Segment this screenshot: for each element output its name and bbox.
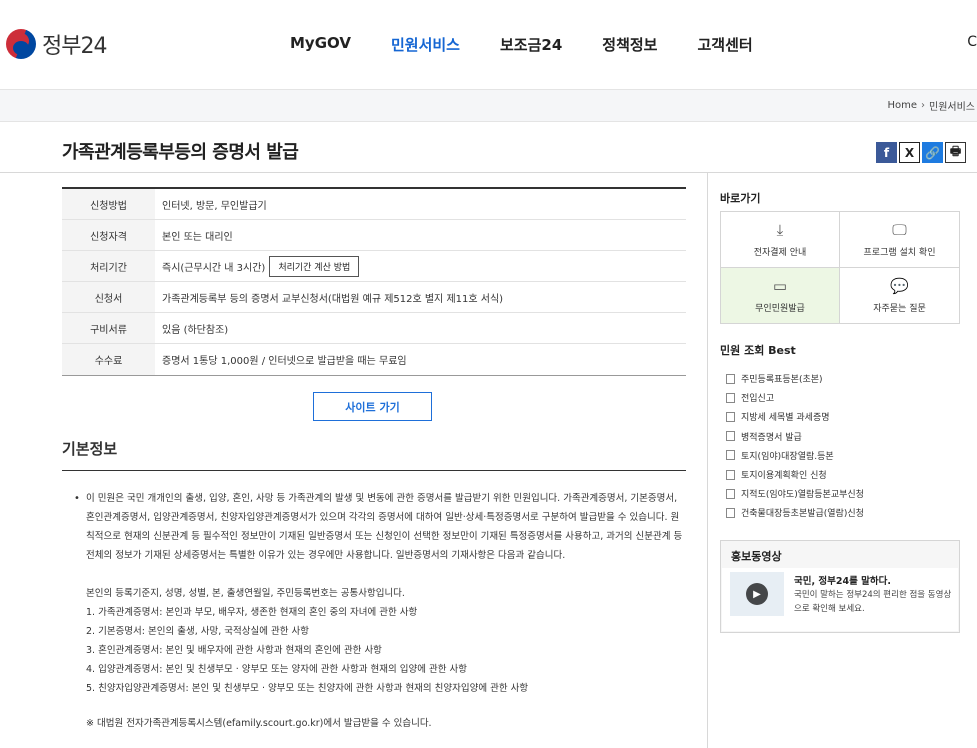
best-list-item[interactable]: 전입신고 (726, 388, 956, 407)
quick-link-payment-guide[interactable]: ⤓ 전자결제 안내 (721, 212, 840, 268)
x-share-icon[interactable]: X (899, 142, 920, 163)
table-row: 신청자격 본인 또는 대리인 (62, 220, 686, 251)
basic-info-paragraph: 이 민원은 국민 개개인의 출생, 입양, 혼인, 사망 등 가족관계의 발생 … (86, 493, 683, 561)
row-label: 신청자격 (62, 220, 155, 250)
best-list-title: 민원 조회 Best (720, 344, 796, 357)
list-item: 2. 기본증명서: 본인의 출생, 사망, 국적상실에 관한 사항 (86, 626, 309, 637)
copy-link-icon[interactable]: 🔗 (922, 142, 943, 163)
row-value: 가족관계등록부 등의 증명서 교부신청서(대법원 예규 제512호 별지 제11… (162, 293, 504, 305)
table-row: 구비서류 있음 (하단참조) (62, 313, 686, 344)
breadcrumb-civil-service[interactable]: 민원서비스 (929, 98, 975, 113)
basic-info-title: 기본정보 (62, 440, 118, 458)
list-item: 1. 가족관계증명서: 본인과 부모, 배우자, 생존한 현재의 혼인 중의 자… (86, 607, 418, 618)
promo-video-title: 홍보동영상 (731, 550, 782, 563)
quick-link-program-check[interactable]: 🖵 프로그램 설치 확인 (840, 212, 959, 268)
row-label: 구비서류 (62, 313, 155, 343)
quick-link-label: 전자결제 안내 (753, 247, 807, 258)
quick-links-title: 바로가기 (720, 192, 761, 205)
list-item: 4. 입양관계증명서: 본인 및 친생부모 · 양부모 또는 양자에 관한 사항… (86, 664, 467, 675)
logo-text: 정부24 (42, 34, 107, 59)
breadcrumb-home[interactable]: Home (887, 100, 917, 111)
best-list-item[interactable]: 토지이용계획확인 신청 (726, 465, 956, 484)
processing-time-calc-button[interactable]: 처리기간 계산 방법 (269, 255, 360, 277)
row-value-cell: 즉시(근무시간 내 3시간) 처리기간 계산 방법 (155, 251, 686, 281)
basic-info-body: • 이 민원은 국민 개개인의 출생, 입양, 혼인, 사망 등 가족관계의 발… (74, 489, 684, 733)
best-list-item[interactable]: 지방세 세목별 과세증명 (726, 407, 956, 426)
row-value: 증명서 1통당 1,000원 / 인터넷으로 발급받을 때는 무료임 (162, 356, 407, 367)
service-info-table: 신청방법 인터넷, 방문, 무인발급기 신청자격 본인 또는 대리인 처리기간 … (62, 187, 686, 376)
quick-link-label: 프로그램 설치 확인 (863, 247, 936, 258)
site-header: 정부24 MyGOV 민원서비스 보조금24 정책정보 고객센터 C (0, 0, 977, 90)
quick-links-grid: ⤓ 전자결제 안내 🖵 프로그램 설치 확인 ▭ 무인민원발급 💬 자주묻는 질… (720, 211, 960, 324)
list-item: 5. 친양자입양관계증명서: 본인 및 친생부모 · 양부모 또는 친양자에 관… (86, 683, 529, 694)
table-row: 처리기간 즉시(근무시간 내 3시간) 처리기간 계산 방법 (62, 251, 686, 282)
best-list-item[interactable]: 토지(임야)대장열람.등본 (726, 446, 956, 465)
taegeuk-logo-icon (6, 29, 36, 59)
quick-link-label: 무인민원발급 (755, 303, 805, 314)
breadcrumb: Home › 민원서비스 (887, 98, 975, 113)
table-row: 신청방법 인터넷, 방문, 무인발급기 (62, 189, 686, 220)
quick-link-faq[interactable]: 💬 자주묻는 질문 (840, 267, 959, 323)
quick-link-kiosk[interactable]: ▭ 무인민원발급 (721, 267, 840, 323)
kiosk-icon: ▭ (772, 276, 788, 295)
common-items-text: 본인의 등록기준지, 성명, 성별, 본, 출생연월일, 주민등록번호는 공통사… (86, 588, 405, 599)
sidebar-divider (707, 172, 708, 748)
row-value: 본인 또는 대리인 (162, 231, 233, 243)
promo-video-box: 홍보동영상 ▶ 국민, 정부24를 말하다. 국민이 말하는 정부24의 편리한… (720, 540, 960, 633)
basic-info-divider (62, 470, 686, 471)
share-toolbar: f X 🔗 🖶 (876, 142, 966, 163)
faq-chat-icon: 💬 (890, 276, 909, 295)
best-service-list: 주민등록표등본(초본) 전입신고 지방세 세목별 과세증명 병적증명서 발급 토… (726, 369, 956, 523)
nav-policy-info[interactable]: 정책정보 (602, 34, 657, 55)
header-edge-item[interactable]: C (967, 34, 977, 50)
breadcrumb-bar: Home › 민원서비스 (0, 90, 977, 122)
gov24-logo[interactable]: 정부24 (6, 28, 107, 60)
table-row: 신청서 가족관계등록부 등의 증명서 교부신청서(대법원 예규 제512호 별지… (62, 282, 686, 313)
best-list-item[interactable]: 건축물대장등초본발급(열람)신청 (726, 503, 956, 522)
row-label: 처리기간 (62, 251, 155, 281)
row-value: 즉시(근무시간 내 3시간) (162, 262, 266, 274)
nav-mygov[interactable]: MyGOV (290, 34, 351, 55)
row-label: 수수료 (62, 344, 155, 375)
monitor-check-icon: 🖵 (892, 220, 907, 239)
go-to-site-button[interactable]: 사이트 가기 (313, 392, 432, 421)
best-list-item[interactable]: 병적증명서 발급 (726, 427, 956, 446)
row-value: 인터넷, 방문, 무인발급기 (162, 200, 267, 212)
nav-civil-service[interactable]: 민원서비스 (391, 34, 460, 55)
nav-customer-center[interactable]: 고객센터 (697, 34, 752, 55)
main-nav: MyGOV 민원서비스 보조금24 정책정보 고객센터 (290, 34, 793, 55)
video-thumbnail[interactable]: ▶ (730, 572, 784, 616)
promo-video-card[interactable]: ▶ 국민, 정부24를 말하다. 국민이 말하는 정부24의 편리한 점을 동영… (722, 568, 958, 631)
row-value: 있음 (하단참조) (162, 324, 229, 336)
print-icon[interactable]: 🖶 (945, 142, 966, 163)
table-row: 수수료 증명서 1통당 1,000원 / 인터넷으로 발급받을 때는 무료임 (62, 344, 686, 375)
quick-link-label: 자주묻는 질문 (873, 303, 926, 314)
row-label: 신청방법 (62, 189, 155, 219)
page-title: 가족관계등록부등의 증명서 발급 (62, 142, 299, 163)
row-label: 신청서 (62, 282, 155, 312)
chevron-right-icon: › (921, 100, 925, 111)
promo-video-description: 국민이 말하는 정부24의 편리한 점을 동영상으로 확인해 보세요. (794, 590, 952, 614)
note-text: ※ 대법원 전자가족관계등록시스템(efamily.scourt.go.kr)에… (86, 718, 432, 729)
bullet-icon: • (74, 493, 80, 504)
best-list-item[interactable]: 주민등록표등본(초본) (726, 369, 956, 388)
download-icon: ⤓ (776, 220, 784, 239)
play-icon[interactable]: ▶ (746, 583, 768, 605)
list-item: 3. 혼인관계증명서: 본인 및 배우자에 관한 사항과 현재의 혼인에 관한 … (86, 645, 382, 656)
promo-video-headline: 국민, 정부24를 말하다. (794, 576, 891, 587)
title-divider (0, 172, 977, 173)
best-list-item[interactable]: 지적도(임야도)열람등본교부신청 (726, 484, 956, 503)
facebook-share-icon[interactable]: f (876, 142, 897, 163)
nav-subsidy24[interactable]: 보조금24 (500, 34, 562, 55)
